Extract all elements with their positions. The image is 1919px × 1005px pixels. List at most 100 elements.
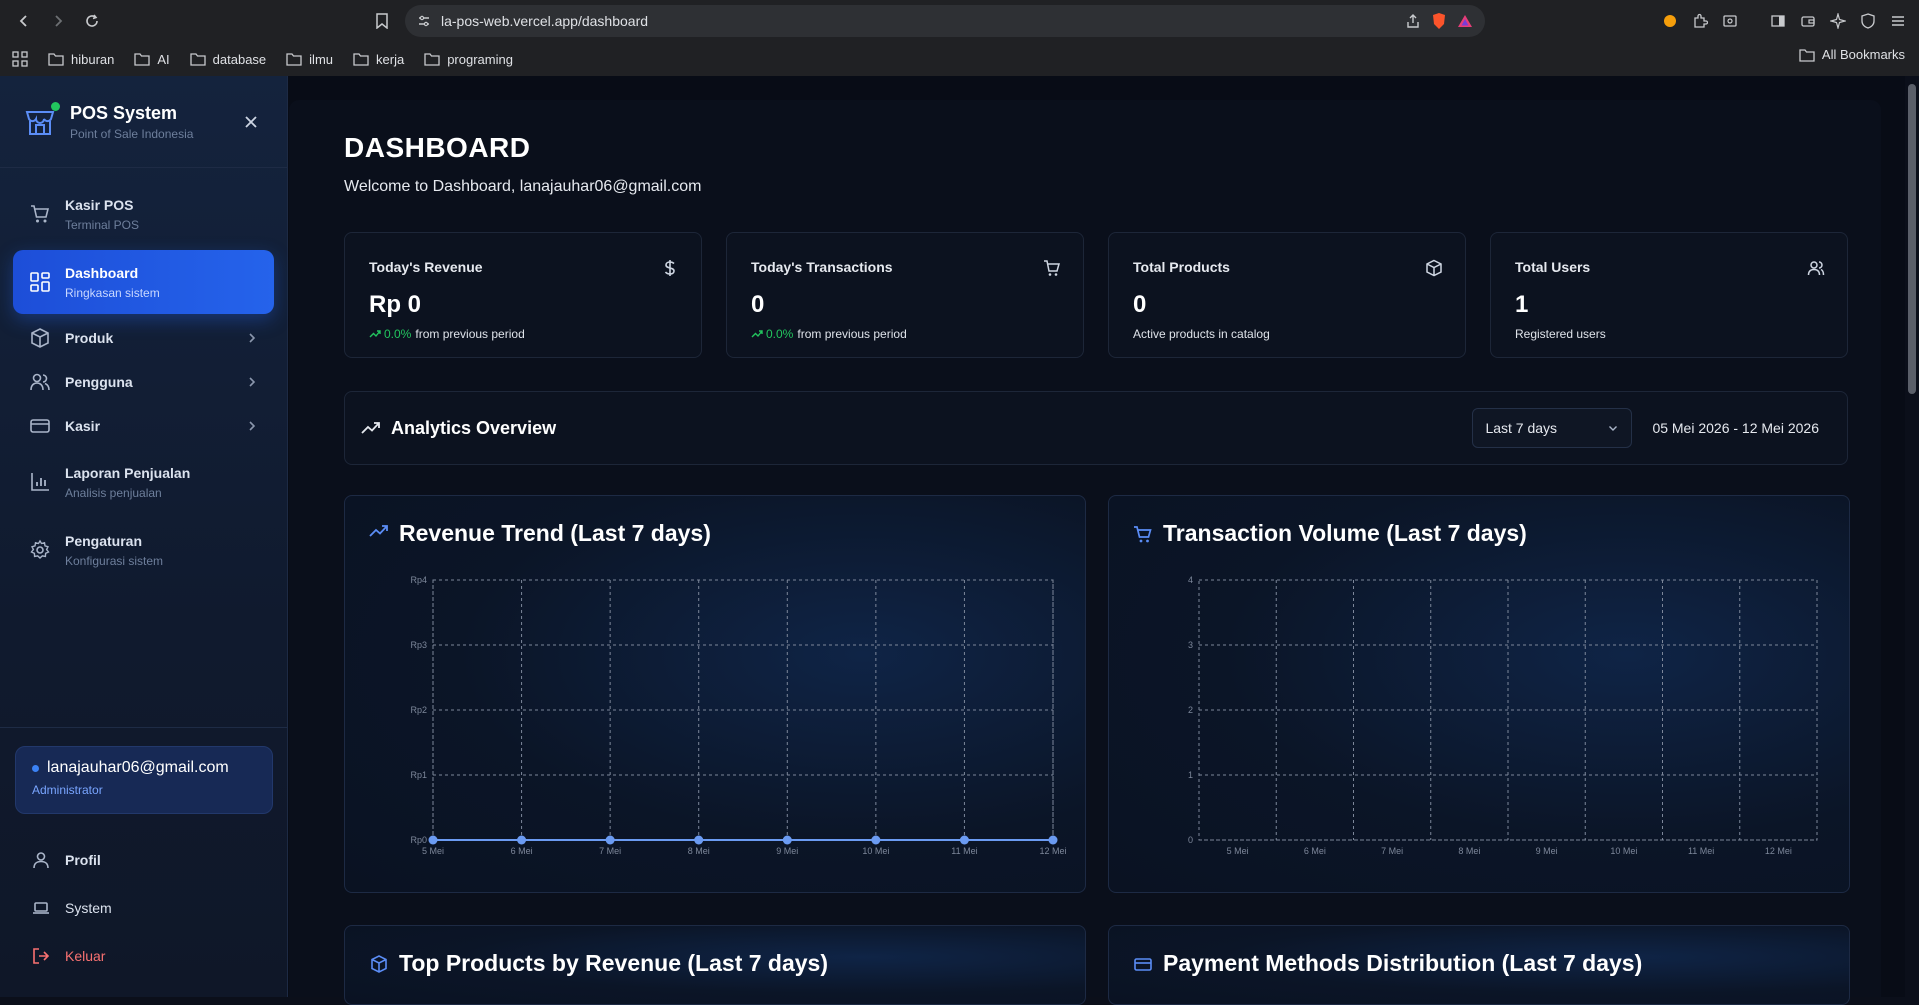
stat-label: Today's Revenue [369,259,483,275]
page-scrollbar[interactable] [1905,76,1919,997]
date-range-select[interactable]: Last 7 days [1472,408,1633,448]
sidebar-item-sub: Ringkasan sistem [65,285,160,300]
sidebar-item-pengguna[interactable]: Pengguna [13,362,274,402]
reload-icon[interactable] [78,7,106,35]
bookmark-folder[interactable]: AI [134,51,170,67]
sidebar-toggle-icon[interactable] [1767,10,1789,32]
analytics-title-text: Analytics Overview [391,417,557,438]
wallet-icon[interactable] [1797,10,1819,32]
stat-value: 1 [1515,291,1529,318]
vpn-icon[interactable] [1857,10,1879,32]
sidebar-item-label: Produk [65,330,114,346]
stat-card-revenue: Today's Revenue Rp 0 0.0% from previous … [344,232,702,358]
online-dot [51,101,60,111]
user-icon [31,850,51,870]
extension-icon[interactable] [1659,10,1681,32]
logout-link[interactable]: Keluar [15,932,273,980]
stat-value: 0 [1133,291,1147,318]
y-tick-label: Rp2 [410,705,427,715]
cart-icon [29,203,51,225]
forward-icon[interactable] [44,7,72,35]
app: POS System Point of Sale Indonesia Kasir… [0,76,1919,1005]
bookmark-page-icon[interactable] [368,7,396,35]
bookmarks-bar: hiburan AI database ilmu kerja programin… [0,42,1919,76]
extensions-area [1659,5,1909,37]
x-tick-label: 7 Mei [599,846,621,856]
main-content: DASHBOARD Welcome to Dashboard, lanajauh… [289,100,1881,1005]
nav-text: Pengaturan Konfigurasi sistem [65,533,163,568]
bookmark-folder[interactable]: ilmu [286,52,333,67]
bookmark-folder[interactable]: hiburan [48,52,114,67]
sidebar: POS System Point of Sale Indonesia Kasir… [0,76,288,997]
leo-ai-icon[interactable] [1827,10,1849,32]
user-card: lanajauhar06@gmail.com Administrator [15,746,273,814]
card-title: Payment Methods Distribution (Last 7 day… [1133,950,1642,977]
menu-icon[interactable] [1887,10,1909,32]
gear-icon [29,539,51,561]
folder-icon [424,53,440,66]
site-settings-icon[interactable] [417,14,431,28]
browser-chrome: la-pos-web.vercel.app/dashboard hiburan … [0,0,1919,76]
card-title-text: Top Products by Revenue (Last 7 days) [399,950,829,976]
data-point [959,835,969,845]
bookmark-folder[interactable]: kerja [353,52,404,67]
x-tick-label: 7 Mei [1381,846,1403,856]
close-sidebar-icon[interactable] [239,110,263,134]
sidebar-nav: Kasir POS Terminal POS Dashboard Ringkasan… [0,168,287,582]
nav-text: Laporan Penjualan Analisis penjualan [65,465,190,500]
card-icon [1133,954,1153,974]
sidebar-item-label: Pengaturan [65,532,143,549]
sidebar-item-laporan[interactable]: Laporan Penjualan Analisis penjualan [13,450,274,514]
apps-grid-icon[interactable] [12,51,28,67]
sidebar-item-label: Kasir [65,418,101,434]
stat-card-products: Total Products 0 Active products in cata… [1108,232,1466,358]
store-icon [24,101,60,138]
back-icon[interactable] [10,7,38,35]
dashboard-icon [29,271,51,293]
sidebar-item-dashboard[interactable]: Dashboard Ringkasan sistem [13,250,274,314]
bookmark-folder[interactable]: database [190,51,267,67]
stat-pct: 0.0% [384,327,412,341]
bookmark-label: database [212,51,267,67]
x-tick-label: 8 Mei [1458,846,1480,856]
trend-up: 0.0% [369,327,411,341]
sidebar-item-kasir-pos[interactable]: Kasir POS Terminal POS [13,182,274,246]
y-tick-label: Rp0 [410,835,427,845]
sidebar-item-pengaturan[interactable]: Pengaturan Konfigurasi sistem [13,518,274,582]
data-point [605,835,615,845]
analytics-overview-bar: Analytics Overview Last 7 days 05 Mei 20… [344,391,1848,465]
logout-icon [31,946,51,966]
screenshot-icon[interactable] [1719,10,1741,32]
payment-methods-card: Payment Methods Distribution (Last 7 day… [1108,925,1850,1005]
trend-up-icon [369,330,381,338]
sidebar-item-kasir[interactable]: Kasir [13,406,274,446]
cart-icon [1043,259,1061,277]
brand-subtitle: Point of Sale Indonesia [70,126,194,141]
bar-chart-icon [29,471,51,493]
bookmark-label: AI [157,51,170,67]
bookmark-folder[interactable]: programing [424,52,513,67]
profile-label: Profil [65,852,101,868]
all-bookmarks[interactable]: All Bookmarks [1799,47,1905,62]
y-tick-label: 1 [1188,770,1193,780]
scrollbar-thumb[interactable] [1908,84,1916,394]
trend-up-icon [751,330,763,338]
puzzle-icon[interactable] [1689,10,1711,32]
transaction-bar-chart: 0 1 2 3 4 5 Mei 6 Mei 7 Mei 8 Mei 9 Mei 10 Mei 11 M… [1188,575,1818,856]
package-icon [1425,259,1443,277]
brave-shield-icon[interactable] [1431,12,1447,30]
folder-icon [353,53,369,66]
data-point [428,835,438,845]
sidebar-item-produk[interactable]: Produk [13,318,274,358]
share-icon[interactable] [1405,13,1421,29]
y-tick-label: 4 [1188,575,1193,585]
profile-link[interactable]: Profil [15,836,273,884]
system-link[interactable]: System [15,884,273,932]
x-tick-label: 12 Mei [1039,846,1066,856]
url-text[interactable]: la-pos-web.vercel.app/dashboard [441,13,1395,29]
brave-rewards-icon[interactable] [1457,13,1473,29]
x-tick-label: 5 Mei [1227,846,1249,856]
address-bar[interactable]: la-pos-web.vercel.app/dashboard [405,5,1485,37]
